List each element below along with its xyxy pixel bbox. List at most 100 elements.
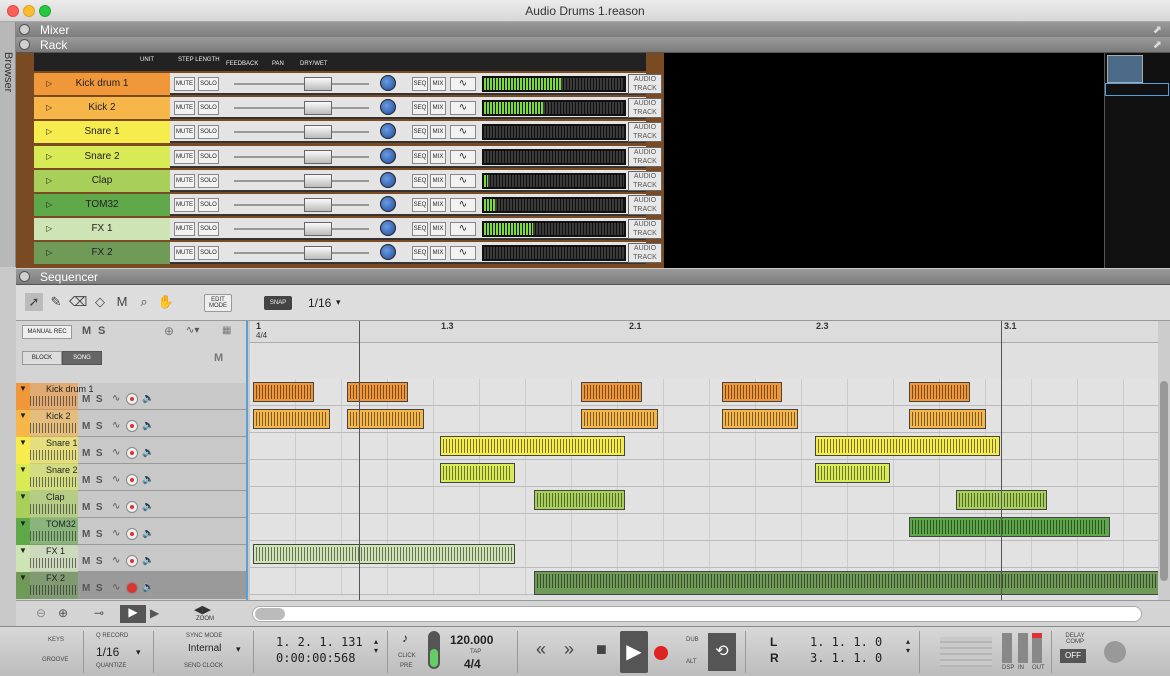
- chevron-down-icon[interactable]: ▾: [236, 644, 241, 655]
- sequencer-header[interactable]: Sequencer: [16, 269, 1170, 285]
- timeline-ruler[interactable]: 1 4/4 1.3 2.1 2.3 3.1: [250, 321, 1158, 343]
- track-header[interactable]: ▼ Snare 1 M S ∿ 🔈: [16, 437, 246, 464]
- seq-button[interactable]: SEQ: [412, 173, 428, 188]
- rack-header[interactable]: Rack ⬈: [16, 37, 1170, 53]
- track-mute-button[interactable]: M S: [82, 394, 103, 405]
- block-mute-button[interactable]: M: [214, 352, 223, 364]
- audio-clip[interactable]: [908, 409, 986, 429]
- waveform-icon[interactable]: ∿: [450, 222, 476, 237]
- quantize-value-select[interactable]: 1/16: [96, 645, 119, 659]
- record-enable-button[interactable]: [126, 555, 138, 567]
- automation-icon[interactable]: ∿: [112, 393, 120, 404]
- pencil-tool-icon[interactable]: ✎: [47, 293, 65, 311]
- track-header[interactable]: ▼ Kick drum 1 M S ∿ 🔈: [16, 383, 246, 410]
- edit-mode-button[interactable]: EDIT MODE: [204, 294, 232, 312]
- waveform-icon[interactable]: ∿: [450, 198, 476, 212]
- mix-button[interactable]: MIX: [430, 246, 446, 261]
- fast-forward-icon[interactable]: »: [564, 639, 574, 660]
- track-name[interactable]: FX 2: [46, 573, 65, 583]
- hand-tool-icon[interactable]: ✋: [157, 293, 175, 311]
- grid-icon[interactable]: ▦: [222, 325, 231, 336]
- record-enable-button[interactable]: [126, 582, 138, 594]
- mute-button[interactable]: MUTE: [174, 77, 195, 91]
- rack-channel[interactable]: ▷ FX 1 MUTE SOLO SEQ MIX ∿ AUDIO TRACK: [34, 218, 662, 241]
- manual-rec-button[interactable]: MANUAL REC: [22, 325, 72, 339]
- expand-icon[interactable]: ▷: [46, 242, 52, 264]
- level-fader[interactable]: [234, 198, 369, 212]
- block-mode-button[interactable]: BLOCK: [22, 351, 62, 365]
- rack-channel-name[interactable]: ▷ FX 1: [34, 218, 170, 241]
- sequencer-toggle-icon[interactable]: [19, 271, 30, 282]
- track-mute-button[interactable]: M S: [82, 475, 103, 486]
- track-mute-button[interactable]: M S: [82, 502, 103, 513]
- detach-icon[interactable]: ⬈: [1153, 38, 1162, 51]
- track-name[interactable]: Snare 2: [46, 465, 78, 475]
- automation-icon[interactable]: ∿: [112, 501, 120, 512]
- track-mute-button[interactable]: M S: [82, 448, 103, 459]
- track-name[interactable]: Kick drum 1: [46, 384, 94, 394]
- position-time-display[interactable]: 0:00:00:568: [276, 651, 355, 665]
- position-stepper-icon[interactable]: ▴ ▾: [374, 637, 378, 655]
- collapse-icon[interactable]: ▼: [19, 492, 27, 501]
- pan-knob[interactable]: [380, 75, 396, 91]
- audio-clip[interactable]: [534, 571, 1158, 595]
- track-header[interactable]: ▼ Snare 2 M S ∿ 🔈: [16, 464, 246, 491]
- solo-button[interactable]: SOLO: [198, 246, 219, 261]
- speaker-icon[interactable]: 🔈: [142, 528, 154, 539]
- automation-icon[interactable]: ∿: [112, 474, 120, 485]
- track-lane[interactable]: [250, 568, 1158, 595]
- expand-icon[interactable]: ▷: [46, 194, 52, 216]
- mix-button[interactable]: MIX: [430, 125, 446, 140]
- waveform-icon[interactable]: ∿: [450, 101, 476, 116]
- right-loop-marker[interactable]: [1001, 321, 1002, 600]
- rack-channel-name[interactable]: ▷ Kick drum 1: [34, 73, 170, 95]
- pan-knob[interactable]: [380, 123, 396, 140]
- seq-button[interactable]: SEQ: [412, 198, 428, 212]
- rack-channel-name[interactable]: ▷ Clap: [34, 169, 170, 192]
- quantize-button[interactable]: QUANTIZE: [96, 663, 126, 669]
- collapse-icon[interactable]: ▼: [19, 465, 27, 474]
- scrollbar-thumb[interactable]: [1160, 381, 1168, 581]
- track-lane[interactable]: [250, 487, 1158, 514]
- speaker-icon[interactable]: 🔈: [142, 582, 154, 593]
- solo-button[interactable]: SOLO: [198, 198, 219, 212]
- level-fader[interactable]: [234, 173, 369, 188]
- rack-channel[interactable]: ▷ Clap MUTE SOLO SEQ MIX ∿ AUDIO TRACK: [34, 169, 662, 192]
- track-height-small-icon[interactable]: ⊸: [94, 606, 104, 620]
- record-enable-button[interactable]: [126, 474, 138, 486]
- speaker-icon[interactable]: 🔈: [142, 420, 154, 431]
- horizontal-scrollbar[interactable]: [252, 606, 1142, 622]
- pan-knob[interactable]: [380, 99, 396, 116]
- seq-button[interactable]: SEQ: [412, 222, 428, 237]
- level-fader[interactable]: [234, 246, 369, 261]
- track-mute-button[interactable]: M S: [82, 583, 103, 594]
- waveform-icon[interactable]: ∿: [450, 77, 476, 91]
- audio-clip[interactable]: [721, 409, 799, 429]
- audio-clip[interactable]: [346, 382, 408, 402]
- mixer-header[interactable]: Mixer ⬈: [16, 22, 1170, 38]
- eraser-tool-icon[interactable]: ⌫: [69, 293, 87, 311]
- track-mute-button[interactable]: M S: [82, 421, 103, 432]
- track-header[interactable]: ▼ Clap M S ∿ 🔈: [16, 491, 246, 518]
- solo-button[interactable]: SOLO: [198, 149, 219, 164]
- audio-clip[interactable]: [908, 517, 1111, 537]
- record-enable-button[interactable]: [126, 420, 138, 432]
- pan-knob[interactable]: [380, 147, 396, 164]
- mix-button[interactable]: MIX: [430, 101, 446, 116]
- solo-button[interactable]: SOLO: [198, 222, 219, 237]
- audio-clip[interactable]: [534, 490, 625, 510]
- expand-icon[interactable]: ▷: [46, 146, 52, 168]
- automation-icon[interactable]: ∿▾: [186, 325, 199, 336]
- automation-icon[interactable]: ∿: [112, 420, 120, 431]
- rack-channel-name[interactable]: ▷ FX 2: [34, 242, 170, 265]
- track-height-large-icon[interactable]: ▶: [150, 606, 159, 620]
- chevron-down-icon[interactable]: ▾: [336, 297, 341, 308]
- mute-button[interactable]: MUTE: [174, 246, 195, 261]
- mute-button[interactable]: MUTE: [174, 149, 195, 164]
- speaker-icon[interactable]: 🔈: [142, 555, 154, 566]
- mute-tool-icon[interactable]: M: [113, 293, 131, 311]
- waveform-icon[interactable]: ∿: [450, 149, 476, 164]
- rack-channel-name[interactable]: ▷ TOM32: [34, 194, 170, 216]
- seq-button[interactable]: SEQ: [412, 101, 428, 116]
- browser-toggle[interactable]: Browser: [0, 22, 16, 267]
